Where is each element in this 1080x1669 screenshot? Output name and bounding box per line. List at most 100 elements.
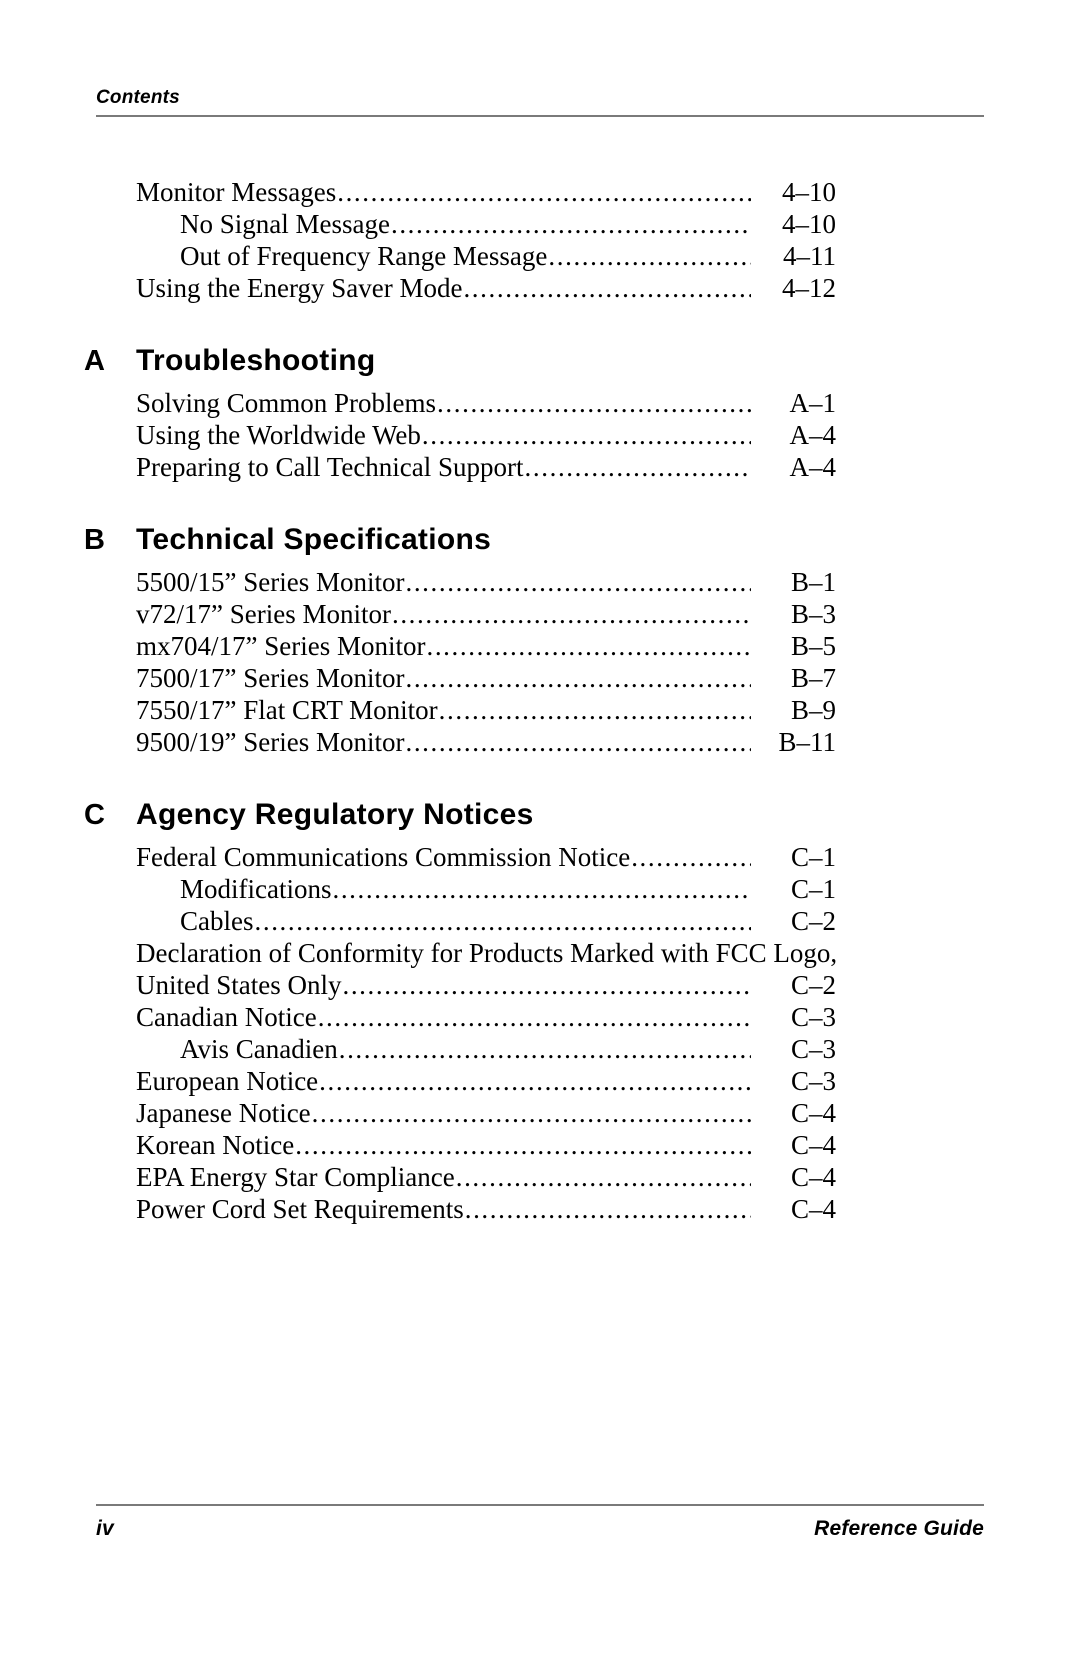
toc-entry-page: C–3 bbox=[790, 1066, 836, 1096]
table-of-contents: Monitor Messages........................… bbox=[84, 176, 838, 1225]
toc-entry-text: Monitor Messages bbox=[136, 177, 337, 207]
toc-entry[interactable]: v72/17” Series Monitor..................… bbox=[136, 598, 836, 630]
dot-leader: ........................................… bbox=[311, 1098, 751, 1128]
dot-leader: ........................................… bbox=[455, 1162, 751, 1192]
dot-leader: ........................................… bbox=[464, 1194, 751, 1224]
toc-entry-text: European Notice bbox=[136, 1066, 319, 1096]
dot-leader: ........................................… bbox=[337, 177, 751, 207]
toc-entry-text: Declaration of Conformity for Products M… bbox=[136, 938, 838, 968]
dot-leader: ........................................… bbox=[254, 906, 752, 936]
dot-leader: ........................................… bbox=[463, 273, 751, 303]
dot-leader: ........................................… bbox=[342, 970, 751, 1000]
dot-leader: ........................................… bbox=[332, 874, 751, 904]
chapter-title: Agency Regulatory Notices bbox=[136, 798, 534, 831]
toc-section: A Troubleshooting Solving Common Problems.… bbox=[84, 344, 836, 483]
toc-entry-text: Korean Notice bbox=[136, 1130, 295, 1160]
dot-leader: ........................................… bbox=[405, 727, 751, 757]
toc-entry[interactable]: Out of Frequency Range Message..........… bbox=[136, 240, 836, 272]
toc-entry[interactable]: Using the Worldwide Web.................… bbox=[136, 419, 836, 451]
dot-leader: ........................................… bbox=[524, 452, 751, 482]
toc-entry-page: C–4 bbox=[790, 1162, 836, 1192]
toc-entry-text: 9500/19” Series Monitor bbox=[136, 727, 405, 757]
toc-entry-page: B–3 bbox=[790, 599, 836, 629]
toc-entry[interactable]: Preparing to Call Technical Support.....… bbox=[136, 451, 836, 483]
toc-entry-page: B–5 bbox=[790, 631, 836, 661]
toc-entry-page: 4–12 bbox=[782, 273, 836, 303]
dot-leader: ........................................… bbox=[405, 663, 751, 693]
toc-entry[interactable]: Japanese Notice.........................… bbox=[136, 1097, 836, 1129]
dot-leader: ........................................… bbox=[338, 1034, 751, 1064]
chapter-title: Troubleshooting bbox=[136, 344, 376, 377]
toc-entry-text: Federal Communications Commission Notice bbox=[136, 842, 631, 872]
running-header: Contents bbox=[96, 88, 984, 117]
toc-entry-page: A–4 bbox=[789, 452, 837, 482]
footer-rule bbox=[96, 1504, 984, 1506]
toc-entry[interactable]: EPA Energy Star Compliance..............… bbox=[136, 1161, 836, 1193]
page-footer: iv Reference Guide bbox=[96, 1504, 984, 1541]
chapter-letter: A bbox=[84, 345, 106, 377]
toc-entry-page: C–2 bbox=[790, 906, 836, 936]
toc-entry[interactable]: Canadian Notice.........................… bbox=[136, 1001, 836, 1033]
toc-entry-text: Modifications bbox=[180, 874, 332, 904]
toc-entry-page: A–1 bbox=[789, 388, 837, 418]
toc-entry-text: Out of Frequency Range Message bbox=[180, 241, 548, 271]
toc-entry-text: United States Only bbox=[136, 970, 342, 1000]
toc-entry-text: Power Cord Set Requirements bbox=[136, 1194, 464, 1224]
toc-entry[interactable]: No Signal Message.......................… bbox=[136, 208, 836, 240]
toc-section: C Agency Regulatory Notices Federal Commun… bbox=[84, 798, 838, 1225]
toc-entry[interactable]: Solving Common Problems.................… bbox=[136, 387, 836, 419]
toc-entry[interactable]: European Notice.........................… bbox=[136, 1065, 836, 1097]
toc-entry[interactable]: Monitor Messages........................… bbox=[136, 176, 836, 208]
toc-entry-text: Cables bbox=[180, 906, 254, 936]
chapter-title: Technical Specifications bbox=[136, 523, 492, 556]
toc-section: Monitor Messages........................… bbox=[136, 176, 836, 304]
toc-entry-text: Avis Canadien bbox=[180, 1034, 338, 1064]
toc-entry-page: 4–10 bbox=[782, 177, 836, 207]
footer-page-number: iv bbox=[96, 1517, 114, 1540]
toc-section: B Technical Specifications 5500/15” Series… bbox=[84, 523, 836, 758]
toc-entry-page: C–4 bbox=[790, 1130, 836, 1160]
toc-entry[interactable]: 7550/17” Flat CRT Monitor...............… bbox=[136, 694, 836, 726]
toc-entry-page: 4–10 bbox=[782, 209, 836, 239]
toc-entry-text: 7550/17” Flat CRT Monitor bbox=[136, 695, 438, 725]
toc-entry[interactable]: Declaration of Conformity for Products M… bbox=[136, 937, 838, 969]
toc-entry-text: mx704/17” Series Monitor bbox=[136, 631, 426, 661]
toc-entry-page: C–2 bbox=[790, 970, 836, 1000]
toc-entry[interactable]: Korean Notice...........................… bbox=[136, 1129, 836, 1161]
footer-guide-title: Reference Guide bbox=[814, 1517, 984, 1540]
toc-entry-text: 5500/15” Series Monitor bbox=[136, 567, 405, 597]
toc-entry[interactable]: Modifications...........................… bbox=[136, 873, 836, 905]
toc-entry[interactable]: Cables..................................… bbox=[136, 905, 836, 937]
dot-leader: ........................................… bbox=[548, 241, 751, 271]
toc-entry[interactable]: Avis Canadien...........................… bbox=[136, 1033, 836, 1065]
dot-leader: ........................................… bbox=[421, 420, 751, 450]
toc-entry-page: 4–11 bbox=[783, 241, 836, 271]
toc-entry-text: Canadian Notice bbox=[136, 1002, 317, 1032]
chapter-letter: C bbox=[84, 799, 106, 831]
dot-leader: ........................................… bbox=[319, 1066, 751, 1096]
toc-entry-page: C–1 bbox=[790, 842, 836, 872]
dot-leader: ........................................… bbox=[426, 631, 751, 661]
toc-entry[interactable]: 7500/17” Series Monitor.................… bbox=[136, 662, 836, 694]
dot-leader: ........................................… bbox=[295, 1130, 751, 1160]
toc-entry-page: B–9 bbox=[790, 695, 836, 725]
toc-entry[interactable]: 5500/15” Series Monitor.................… bbox=[136, 566, 836, 598]
toc-entry-text: Using the Energy Saver Mode bbox=[136, 273, 463, 303]
toc-entry[interactable]: 9500/19” Series Monitor.................… bbox=[136, 726, 836, 758]
toc-entry[interactable]: United States Only......................… bbox=[136, 969, 836, 1001]
dot-leader: ........................................… bbox=[437, 388, 751, 418]
toc-entry[interactable]: Using the Energy Saver Mode.............… bbox=[136, 272, 836, 304]
toc-entry-page: B–7 bbox=[790, 663, 836, 693]
toc-entry[interactable]: mx704/17” Series Monitor................… bbox=[136, 630, 836, 662]
document-page: Contents Monitor Messages...............… bbox=[0, 0, 1080, 1669]
chapter-heading[interactable]: B Technical Specifications bbox=[84, 523, 836, 557]
toc-entry-text: Using the Worldwide Web bbox=[136, 420, 421, 450]
chapter-heading[interactable]: A Troubleshooting bbox=[84, 344, 836, 378]
toc-entry[interactable]: Federal Communications Commission Notice… bbox=[136, 841, 836, 873]
toc-entry[interactable]: Power Cord Set Requirements.............… bbox=[136, 1193, 836, 1225]
toc-entry-text: No Signal Message bbox=[180, 209, 390, 239]
toc-entry-page: B–11 bbox=[778, 727, 836, 757]
dot-leader: ........................................… bbox=[438, 695, 751, 725]
toc-entry-page: C–3 bbox=[790, 1002, 836, 1032]
chapter-heading[interactable]: C Agency Regulatory Notices bbox=[84, 798, 836, 832]
